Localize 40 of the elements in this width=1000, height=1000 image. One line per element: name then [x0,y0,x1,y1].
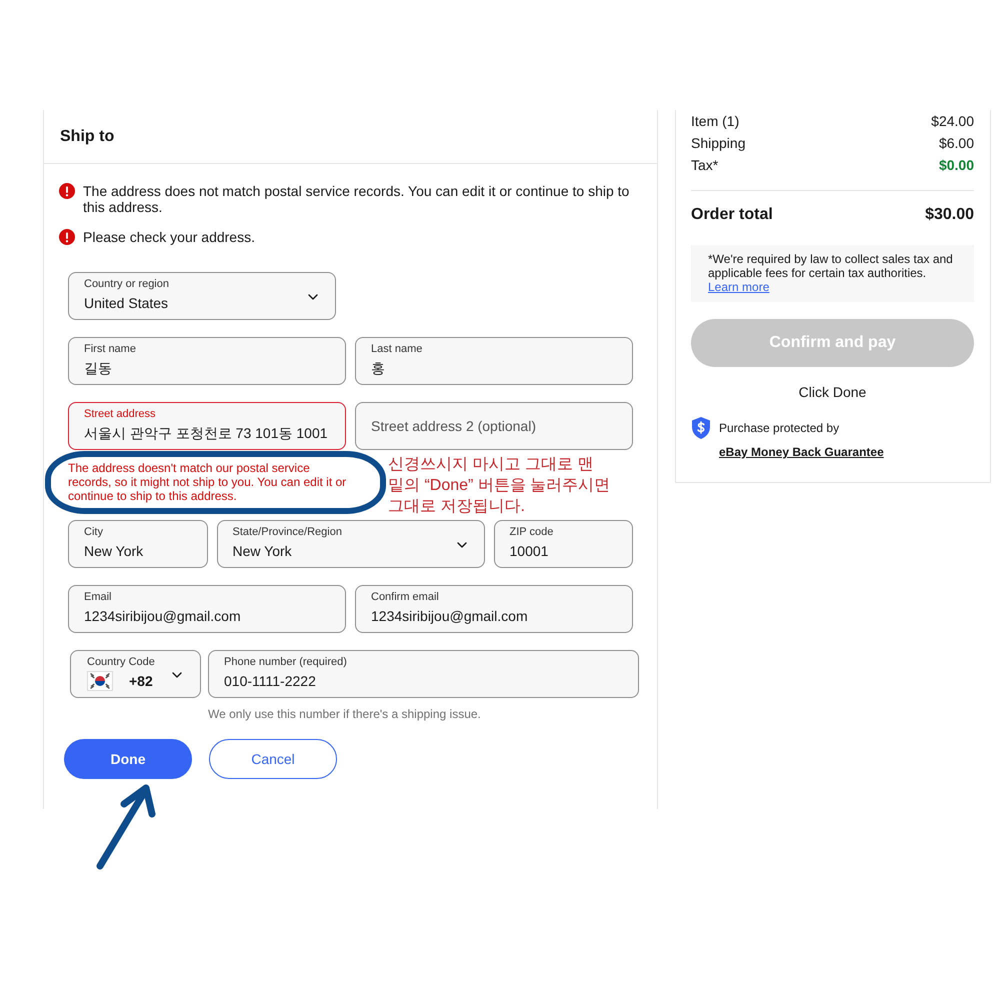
input-field[interactable]: Email 1234siribijou@gmail.com [68,585,346,633]
summary-label: Tax* [691,156,718,175]
status-text: Click Done [798,383,868,402]
summary-amount: $24.00 [931,112,974,131]
dropdown-field[interactable]: Country or region United States [68,272,336,320]
protection-text: Purchase protected by eBay Money Back Guarantee [719,420,885,461]
learn-more-link[interactable]: Learn more [708,280,770,294]
summary-amount: $0.00 [938,156,974,175]
chevron-icon [308,294,318,300]
input-field[interactable]: ZIP code 10001 [494,520,633,568]
total-label: Order total [691,205,773,225]
dropdown-field[interactable]: State/Province/Region New York [216,520,484,568]
annotation-note: 신경쓰시지 마시고 그대로 맨 밑의 “Done” 버튼을 눌러주시면 그대로 저장됩니다. [388,455,610,517]
guarantee-link[interactable]: eBay Money Back Guarantee [719,445,884,459]
input-field[interactable]: City New York [68,520,208,568]
done-button[interactable]: Done [64,739,192,779]
input-field[interactable]: Confirm email 1234siribijou@gmail.com [355,585,633,633]
section-title: Ship to [60,126,114,146]
summary-label: Shipping [691,134,746,153]
cancel-button[interactable]: Cancel [209,739,337,779]
total-amount: $30.00 [925,205,974,225]
summary-label: Item (1) [691,112,740,131]
flag-icon [87,671,113,691]
alert-icon [59,229,75,245]
shield-icon [691,416,711,440]
chevron-icon [456,542,466,548]
chevron-icon [172,672,182,678]
alert-message: The address does not match postal service records. You can edit it or continue to ship to this address. [83,183,630,215]
summary-amount: $6.00 [938,134,974,153]
country-code-dropdown[interactable]: Country Code +82 [70,650,201,698]
input-field[interactable]: Street address 서울시 관악구 포청천로 73 101동 1001 [68,402,346,450]
alert-message: Please check your address. [83,229,255,245]
error-message: The address doesn't match our postal service records, so it might not ship to you. You can edit it or continue to ship to this address. [68,461,348,503]
input-field[interactable]: Phone number (required) 010-1111-2222 [208,650,639,698]
tax-note: *We're required by law to collect sales tax and applicable fees for certain tax authorities. Learn more [708,252,954,294]
alert-icon [59,183,75,199]
input-field[interactable]: First name 길동 [68,337,346,385]
input-field[interactable]: Street address 2 (optional) [355,402,633,450]
field-hint: We only use this number if there's a shipping issue. [208,706,482,722]
input-field[interactable]: Last name 홍 [355,337,633,385]
